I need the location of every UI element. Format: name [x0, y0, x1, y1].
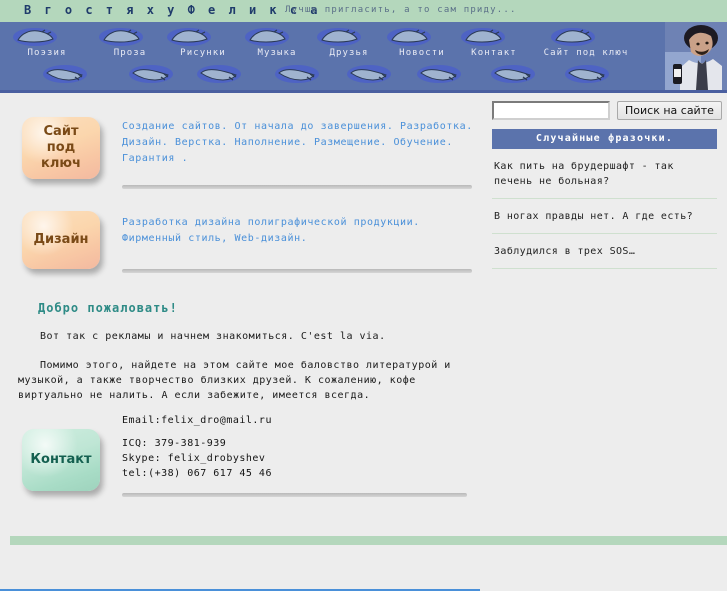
badge-line: Дизайн [33, 232, 89, 247]
welcome-paragraph: Вот так с рекламы и начнем знакомиться. … [40, 331, 386, 342]
contact-details: Email:felix_dro@mail.ru ICQ: 379-381-939… [122, 413, 272, 481]
section-divider [122, 185, 472, 189]
site-title: В г о с т я х у Ф е л и к с а [24, 3, 321, 17]
search-input[interactable] [492, 101, 610, 120]
site-tagline: Лучше пригласить, а то сам приду... [285, 5, 517, 15]
section-divider [122, 269, 472, 273]
service-block-turnkey: Сайт под ключ Создание сайтов. От начала… [0, 113, 485, 199]
badge-design[interactable]: Дизайн [22, 211, 100, 269]
badge-contact[interactable]: Контакт [22, 429, 100, 491]
sidebar: Поиск на сайте Случайные фразочки. Как п… [492, 101, 722, 269]
phrase-item: Как пить на брудершафт - так печень не б… [492, 149, 717, 199]
search-form: Поиск на сайте [492, 101, 722, 120]
footprint-icon [99, 28, 143, 46]
badge-line: Сайт [43, 124, 79, 139]
main-navigation: Поэзия Проза Рисунки Музыка Друзья Новос… [0, 22, 727, 93]
footprint-icon [43, 65, 87, 83]
header-band: В г о с т я х у Ф е л и к с а Лучше приг… [0, 0, 727, 22]
phrase-item: В ногах правды нет. А где есть? [492, 199, 717, 234]
welcome-heading: Добро пожаловать! [38, 301, 178, 315]
section-divider [122, 493, 467, 497]
footprint-icon [387, 28, 431, 46]
footprint-icon [245, 28, 289, 46]
nav-label: Поэзия [27, 48, 67, 58]
contact-icq: ICQ: 379-381-939 [122, 438, 227, 449]
phrase-item: Заблудился в трех SOS… [492, 234, 717, 269]
badge-line: под [46, 140, 76, 155]
nav-item-risunki[interactable]: Рисунки [158, 22, 248, 90]
footprint-icon [13, 28, 57, 46]
nav-item-sayt-pod-klyuch[interactable]: Сайт под ключ [520, 22, 652, 90]
badge-line: ключ [41, 156, 81, 171]
nav-label: Сайт под ключ [543, 48, 629, 58]
contact-block: Контакт Email:felix_dro@mail.ru ICQ: 379… [0, 413, 485, 505]
badge-line: Контакт [30, 452, 92, 467]
page-content: Поиск на сайте Случайные фразочки. Как п… [0, 93, 727, 591]
nav-item-poeziya[interactable]: Поэзия [4, 22, 90, 90]
service-description[interactable]: Разработка дизайна полиграфической проду… [122, 215, 477, 247]
portrait-photo [665, 22, 727, 90]
footer-band [10, 536, 727, 545]
footprint-icon [167, 28, 211, 46]
service-block-design: Дизайн Разработка дизайна полиграфическо… [0, 207, 485, 291]
contact-email[interactable]: Email:felix_dro@mail.ru [122, 413, 272, 428]
badge-turnkey[interactable]: Сайт под ключ [22, 117, 100, 179]
nav-label: Рисунки [180, 48, 226, 58]
nav-label: Музыка [257, 48, 297, 58]
main-column: Сайт под ключ Создание сайтов. От начала… [0, 93, 485, 505]
footprint-icon [317, 28, 361, 46]
random-phrases-header: Случайные фразочки. [492, 129, 717, 149]
footprint-icon [461, 28, 505, 46]
footprint-icon [551, 28, 595, 46]
welcome-paragraph: Помимо этого, найдете на этом сайте мое … [18, 360, 451, 401]
service-description[interactable]: Создание сайтов. От начала до завершения… [122, 119, 477, 167]
search-button[interactable]: Поиск на сайте [617, 101, 722, 120]
contact-tel: tel:(+38) 067 617 45 46 [122, 468, 272, 479]
footprint-icon [565, 65, 609, 83]
nav-item-muzyka[interactable]: Музыка [236, 22, 319, 90]
contact-skype: Skype: felix_drobyshev [122, 453, 266, 464]
